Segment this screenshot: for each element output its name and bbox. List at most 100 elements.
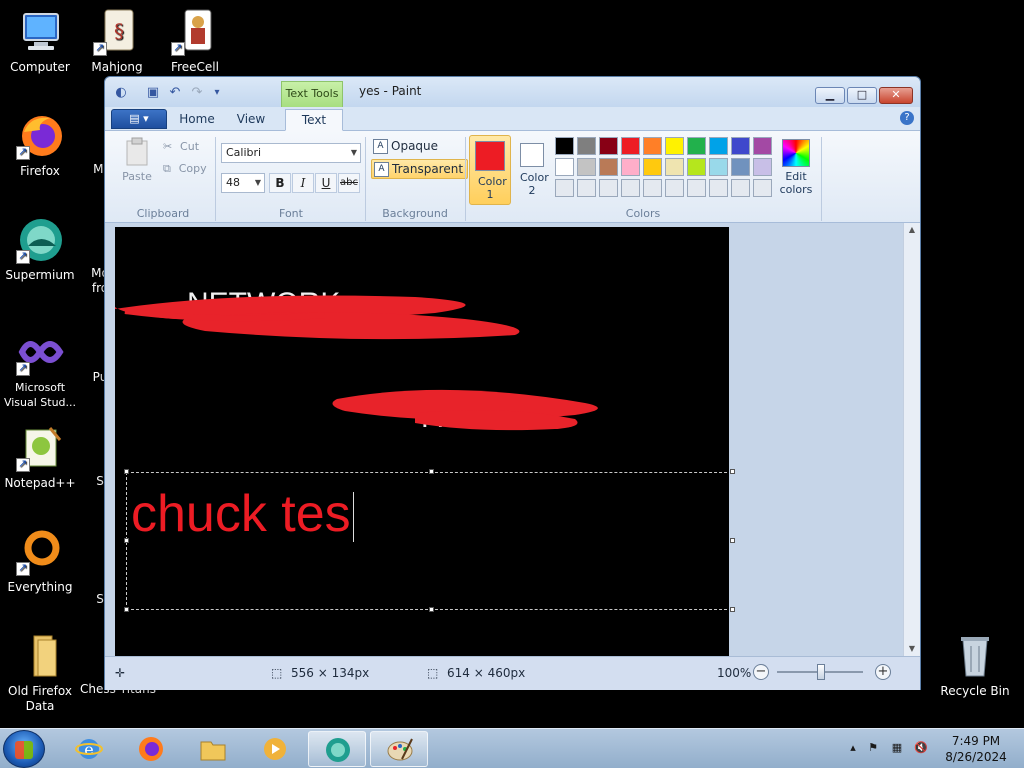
palette-swatch[interactable]: [665, 158, 684, 176]
copy-button[interactable]: ⧉ Copy: [163, 161, 207, 176]
font-size-select[interactable]: 48 ▼: [221, 173, 265, 193]
maximize-button[interactable]: □: [847, 87, 877, 104]
undo-icon[interactable]: ↶: [167, 85, 183, 101]
resize-handle[interactable]: [730, 538, 735, 543]
resize-handle[interactable]: [730, 607, 735, 612]
paint-window[interactable]: ◐ ▣ ↶ ↷ ▾ Text Tools yes - Paint ▁ □ ✕ ▤…: [104, 76, 921, 690]
resize-handle[interactable]: [124, 469, 129, 474]
italic-button[interactable]: I: [292, 173, 314, 193]
palette-swatch[interactable]: [687, 179, 706, 197]
scroll-up-icon[interactable]: ▲: [904, 223, 920, 237]
taskbar-supermium[interactable]: [308, 731, 366, 767]
opaque-option[interactable]: A Opaque: [371, 137, 438, 157]
palette-swatch[interactable]: [555, 158, 574, 176]
volume-muted-icon[interactable]: 🔇: [914, 741, 928, 755]
palette-swatch[interactable]: [753, 137, 772, 155]
firefox-icon: [139, 737, 163, 761]
resize-handle[interactable]: [124, 607, 129, 612]
desktop-icon-recycle-bin[interactable]: Recycle Bin: [935, 632, 1015, 699]
desktop-icon-freecell[interactable]: FreeCell: [155, 8, 235, 75]
tab-view[interactable]: View: [229, 109, 273, 131]
text-box-selection[interactable]: chuck tes: [126, 472, 729, 610]
palette-swatch[interactable]: [599, 158, 618, 176]
palette-swatch[interactable]: [731, 158, 750, 176]
desktop-icon-visual-studio[interactable]: Microsoft Visual Stud...: [0, 328, 80, 410]
font-family-select[interactable]: Calibri ▼: [221, 143, 361, 163]
taskbar-clock[interactable]: 7:49 PM 8/26/2024: [940, 733, 1012, 765]
palette-swatch[interactable]: [709, 158, 728, 176]
taskbar-internet-explorer[interactable]: e: [60, 731, 118, 767]
palette-swatch[interactable]: [577, 179, 596, 197]
save-icon[interactable]: ▣: [145, 85, 161, 101]
color1-label: Color 1: [478, 175, 507, 201]
scroll-down-icon[interactable]: ▼: [904, 642, 920, 656]
vertical-scrollbar[interactable]: ▲ ▼: [903, 223, 920, 656]
paint-menu-button[interactable]: ▤ ▾: [111, 109, 167, 129]
palette-swatch[interactable]: [599, 137, 618, 155]
strikethrough-button[interactable]: abc: [338, 173, 360, 193]
resize-handle[interactable]: [730, 469, 735, 474]
palette-swatch[interactable]: [687, 158, 706, 176]
resize-handle[interactable]: [429, 607, 434, 612]
supermium-icon: [16, 216, 64, 264]
palette-swatch[interactable]: [709, 179, 728, 197]
close-button[interactable]: ✕: [879, 87, 913, 104]
show-hidden-icons-icon[interactable]: ▴: [846, 741, 860, 755]
palette-swatch[interactable]: [577, 137, 596, 155]
palette-swatch[interactable]: [599, 179, 618, 197]
desktop-icon-old-firefox-data[interactable]: Old Firefox Data: [0, 632, 80, 714]
taskbar-media-player[interactable]: [246, 731, 304, 767]
zoom-out-button[interactable]: −: [753, 664, 769, 680]
desktop-icon-mahjong[interactable]: § Mahjong: [77, 8, 157, 75]
paint-app-icon[interactable]: ◐: [113, 85, 129, 101]
palette-swatch[interactable]: [665, 179, 684, 197]
zoom-slider-thumb[interactable]: [817, 664, 825, 680]
palette-swatch[interactable]: [643, 179, 662, 197]
tab-text[interactable]: Text: [285, 109, 343, 131]
palette-swatch[interactable]: [753, 158, 772, 176]
minimize-button[interactable]: ▁: [815, 87, 845, 104]
palette-swatch[interactable]: [555, 137, 574, 155]
palette-swatch[interactable]: [687, 137, 706, 155]
resize-handle[interactable]: [124, 538, 129, 543]
underline-button[interactable]: U: [315, 173, 337, 193]
customize-quick-access-icon[interactable]: ▾: [209, 85, 225, 101]
transparent-option[interactable]: A Transparent: [371, 159, 469, 179]
resize-handle[interactable]: [429, 469, 434, 474]
palette-swatch[interactable]: [621, 137, 640, 155]
action-center-flag-icon[interactable]: ⚑: [866, 741, 880, 755]
palette-swatch[interactable]: [643, 137, 662, 155]
color1-button[interactable]: Color 1: [469, 135, 511, 205]
network-icon[interactable]: ▦: [890, 741, 904, 755]
desktop-icon-everything[interactable]: Everything: [0, 528, 80, 595]
palette-swatch[interactable]: [731, 179, 750, 197]
edit-colors-button[interactable]: Edit colors: [775, 137, 817, 196]
palette-swatch[interactable]: [643, 158, 662, 176]
palette-swatch[interactable]: [621, 158, 640, 176]
taskbar-explorer[interactable]: [184, 731, 242, 767]
palette-swatch[interactable]: [577, 158, 596, 176]
palette-swatch[interactable]: [709, 137, 728, 155]
typed-text[interactable]: chuck tes: [131, 479, 354, 549]
help-icon[interactable]: ?: [900, 111, 914, 125]
chevron-down-icon: ▼: [350, 148, 357, 157]
palette-swatch[interactable]: [753, 179, 772, 197]
redo-icon[interactable]: ↷: [189, 85, 205, 101]
taskbar-paint[interactable]: [370, 731, 428, 767]
drawing-canvas[interactable]: NETWORK PASS chuck tes: [115, 227, 729, 656]
tab-home[interactable]: Home: [175, 109, 219, 131]
palette-swatch[interactable]: [731, 137, 750, 155]
desktop-icon-computer[interactable]: Computer: [0, 8, 80, 75]
title-bar[interactable]: ◐ ▣ ↶ ↷ ▾ Text Tools yes - Paint ▁ □ ✕: [105, 77, 920, 107]
palette-swatch[interactable]: [665, 137, 684, 155]
color2-swatch: [520, 143, 544, 167]
color2-button[interactable]: Color 2: [511, 135, 553, 205]
paste-button[interactable]: Paste: [119, 137, 155, 187]
palette-swatch[interactable]: [555, 179, 574, 197]
palette-swatch[interactable]: [621, 179, 640, 197]
taskbar-firefox[interactable]: [122, 731, 180, 767]
start-button[interactable]: [3, 730, 45, 768]
cut-button[interactable]: ✂ Cut: [163, 139, 199, 153]
bold-button[interactable]: B: [269, 173, 291, 193]
zoom-in-button[interactable]: +: [875, 664, 891, 680]
